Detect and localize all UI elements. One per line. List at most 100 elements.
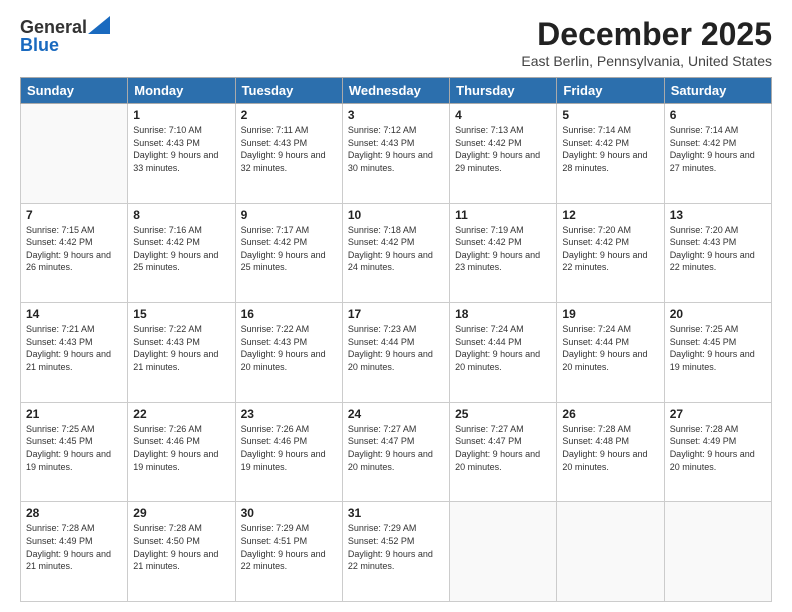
sunrise-label: Sunrise: 7:27 AM xyxy=(348,424,417,434)
calendar-week-row: 1 Sunrise: 7:10 AM Sunset: 4:43 PM Dayli… xyxy=(21,104,772,204)
daylight-label: Daylight: 9 hours and 24 minutes. xyxy=(348,250,433,273)
sunset-label: Sunset: 4:49 PM xyxy=(670,436,737,446)
day-number: 25 xyxy=(455,407,551,421)
calendar-cell: 28 Sunrise: 7:28 AM Sunset: 4:49 PM Dayl… xyxy=(21,502,128,602)
daylight-label: Daylight: 9 hours and 33 minutes. xyxy=(133,150,218,173)
sunset-label: Sunset: 4:46 PM xyxy=(241,436,308,446)
day-number: 12 xyxy=(562,208,658,222)
logo-blue-text: Blue xyxy=(20,35,59,56)
calendar-cell: 7 Sunrise: 7:15 AM Sunset: 4:42 PM Dayli… xyxy=(21,203,128,303)
sunset-label: Sunset: 4:47 PM xyxy=(348,436,415,446)
day-of-week-header: Wednesday xyxy=(342,78,449,104)
day-of-week-header: Sunday xyxy=(21,78,128,104)
sunrise-label: Sunrise: 7:22 AM xyxy=(133,324,202,334)
calendar-cell: 14 Sunrise: 7:21 AM Sunset: 4:43 PM Dayl… xyxy=(21,303,128,403)
day-of-week-header: Tuesday xyxy=(235,78,342,104)
daylight-label: Daylight: 9 hours and 21 minutes. xyxy=(133,349,218,372)
sunrise-label: Sunrise: 7:14 AM xyxy=(562,125,631,135)
day-info: Sunrise: 7:24 AM Sunset: 4:44 PM Dayligh… xyxy=(562,323,658,373)
calendar-cell: 30 Sunrise: 7:29 AM Sunset: 4:51 PM Dayl… xyxy=(235,502,342,602)
sunset-label: Sunset: 4:42 PM xyxy=(348,237,415,247)
sunrise-label: Sunrise: 7:13 AM xyxy=(455,125,524,135)
calendar-cell xyxy=(21,104,128,204)
calendar-cell: 9 Sunrise: 7:17 AM Sunset: 4:42 PM Dayli… xyxy=(235,203,342,303)
calendar-cell: 21 Sunrise: 7:25 AM Sunset: 4:45 PM Dayl… xyxy=(21,402,128,502)
calendar-cell: 18 Sunrise: 7:24 AM Sunset: 4:44 PM Dayl… xyxy=(450,303,557,403)
day-number: 23 xyxy=(241,407,337,421)
sunrise-label: Sunrise: 7:25 AM xyxy=(26,424,95,434)
daylight-label: Daylight: 9 hours and 25 minutes. xyxy=(133,250,218,273)
day-number: 21 xyxy=(26,407,122,421)
day-info: Sunrise: 7:28 AM Sunset: 4:48 PM Dayligh… xyxy=(562,423,658,473)
calendar-cell: 31 Sunrise: 7:29 AM Sunset: 4:52 PM Dayl… xyxy=(342,502,449,602)
day-info: Sunrise: 7:29 AM Sunset: 4:52 PM Dayligh… xyxy=(348,522,444,572)
calendar-cell: 6 Sunrise: 7:14 AM Sunset: 4:42 PM Dayli… xyxy=(664,104,771,204)
day-info: Sunrise: 7:23 AM Sunset: 4:44 PM Dayligh… xyxy=(348,323,444,373)
daylight-label: Daylight: 9 hours and 19 minutes. xyxy=(241,449,326,472)
sunset-label: Sunset: 4:42 PM xyxy=(455,138,522,148)
logo: General Blue xyxy=(20,16,111,56)
daylight-label: Daylight: 9 hours and 20 minutes. xyxy=(348,449,433,472)
sunset-label: Sunset: 4:45 PM xyxy=(26,436,93,446)
sunset-label: Sunset: 4:48 PM xyxy=(562,436,629,446)
day-number: 8 xyxy=(133,208,229,222)
calendar-cell: 11 Sunrise: 7:19 AM Sunset: 4:42 PM Dayl… xyxy=(450,203,557,303)
sunrise-label: Sunrise: 7:20 AM xyxy=(562,225,631,235)
day-info: Sunrise: 7:22 AM Sunset: 4:43 PM Dayligh… xyxy=(133,323,229,373)
calendar-cell: 20 Sunrise: 7:25 AM Sunset: 4:45 PM Dayl… xyxy=(664,303,771,403)
day-number: 6 xyxy=(670,108,766,122)
calendar-week-row: 28 Sunrise: 7:28 AM Sunset: 4:49 PM Dayl… xyxy=(21,502,772,602)
sunrise-label: Sunrise: 7:26 AM xyxy=(133,424,202,434)
day-info: Sunrise: 7:12 AM Sunset: 4:43 PM Dayligh… xyxy=(348,124,444,174)
daylight-label: Daylight: 9 hours and 19 minutes. xyxy=(670,349,755,372)
sunrise-label: Sunrise: 7:29 AM xyxy=(348,523,417,533)
day-number: 31 xyxy=(348,506,444,520)
daylight-label: Daylight: 9 hours and 22 minutes. xyxy=(348,549,433,572)
daylight-label: Daylight: 9 hours and 22 minutes. xyxy=(562,250,647,273)
sunrise-label: Sunrise: 7:15 AM xyxy=(26,225,95,235)
day-number: 22 xyxy=(133,407,229,421)
day-number: 30 xyxy=(241,506,337,520)
day-of-week-header: Saturday xyxy=(664,78,771,104)
daylight-label: Daylight: 9 hours and 19 minutes. xyxy=(26,449,111,472)
sunrise-label: Sunrise: 7:27 AM xyxy=(455,424,524,434)
sunset-label: Sunset: 4:43 PM xyxy=(26,337,93,347)
sunrise-label: Sunrise: 7:10 AM xyxy=(133,125,202,135)
daylight-label: Daylight: 9 hours and 20 minutes. xyxy=(241,349,326,372)
title-block: December 2025 East Berlin, Pennsylvania,… xyxy=(521,16,772,69)
sunrise-label: Sunrise: 7:23 AM xyxy=(348,324,417,334)
day-info: Sunrise: 7:15 AM Sunset: 4:42 PM Dayligh… xyxy=(26,224,122,274)
day-number: 18 xyxy=(455,307,551,321)
day-info: Sunrise: 7:14 AM Sunset: 4:42 PM Dayligh… xyxy=(670,124,766,174)
sunrise-label: Sunrise: 7:29 AM xyxy=(241,523,310,533)
calendar-cell xyxy=(450,502,557,602)
day-number: 9 xyxy=(241,208,337,222)
day-info: Sunrise: 7:24 AM Sunset: 4:44 PM Dayligh… xyxy=(455,323,551,373)
day-of-week-header: Friday xyxy=(557,78,664,104)
calendar-cell: 26 Sunrise: 7:28 AM Sunset: 4:48 PM Dayl… xyxy=(557,402,664,502)
calendar-cell: 8 Sunrise: 7:16 AM Sunset: 4:42 PM Dayli… xyxy=(128,203,235,303)
day-number: 15 xyxy=(133,307,229,321)
day-info: Sunrise: 7:22 AM Sunset: 4:43 PM Dayligh… xyxy=(241,323,337,373)
day-number: 16 xyxy=(241,307,337,321)
calendar-cell: 16 Sunrise: 7:22 AM Sunset: 4:43 PM Dayl… xyxy=(235,303,342,403)
day-number: 29 xyxy=(133,506,229,520)
day-number: 11 xyxy=(455,208,551,222)
day-number: 4 xyxy=(455,108,551,122)
day-number: 5 xyxy=(562,108,658,122)
sunrise-label: Sunrise: 7:28 AM xyxy=(133,523,202,533)
sunrise-label: Sunrise: 7:12 AM xyxy=(348,125,417,135)
calendar-cell xyxy=(664,502,771,602)
day-number: 1 xyxy=(133,108,229,122)
daylight-label: Daylight: 9 hours and 28 minutes. xyxy=(562,150,647,173)
calendar-cell: 2 Sunrise: 7:11 AM Sunset: 4:43 PM Dayli… xyxy=(235,104,342,204)
page: General Blue December 2025 East Berlin, … xyxy=(0,0,792,612)
calendar-cell: 29 Sunrise: 7:28 AM Sunset: 4:50 PM Dayl… xyxy=(128,502,235,602)
calendar-cell: 22 Sunrise: 7:26 AM Sunset: 4:46 PM Dayl… xyxy=(128,402,235,502)
sunset-label: Sunset: 4:43 PM xyxy=(241,337,308,347)
calendar-cell: 10 Sunrise: 7:18 AM Sunset: 4:42 PM Dayl… xyxy=(342,203,449,303)
day-info: Sunrise: 7:10 AM Sunset: 4:43 PM Dayligh… xyxy=(133,124,229,174)
sunset-label: Sunset: 4:42 PM xyxy=(26,237,93,247)
sunset-label: Sunset: 4:47 PM xyxy=(455,436,522,446)
header: General Blue December 2025 East Berlin, … xyxy=(20,16,772,69)
